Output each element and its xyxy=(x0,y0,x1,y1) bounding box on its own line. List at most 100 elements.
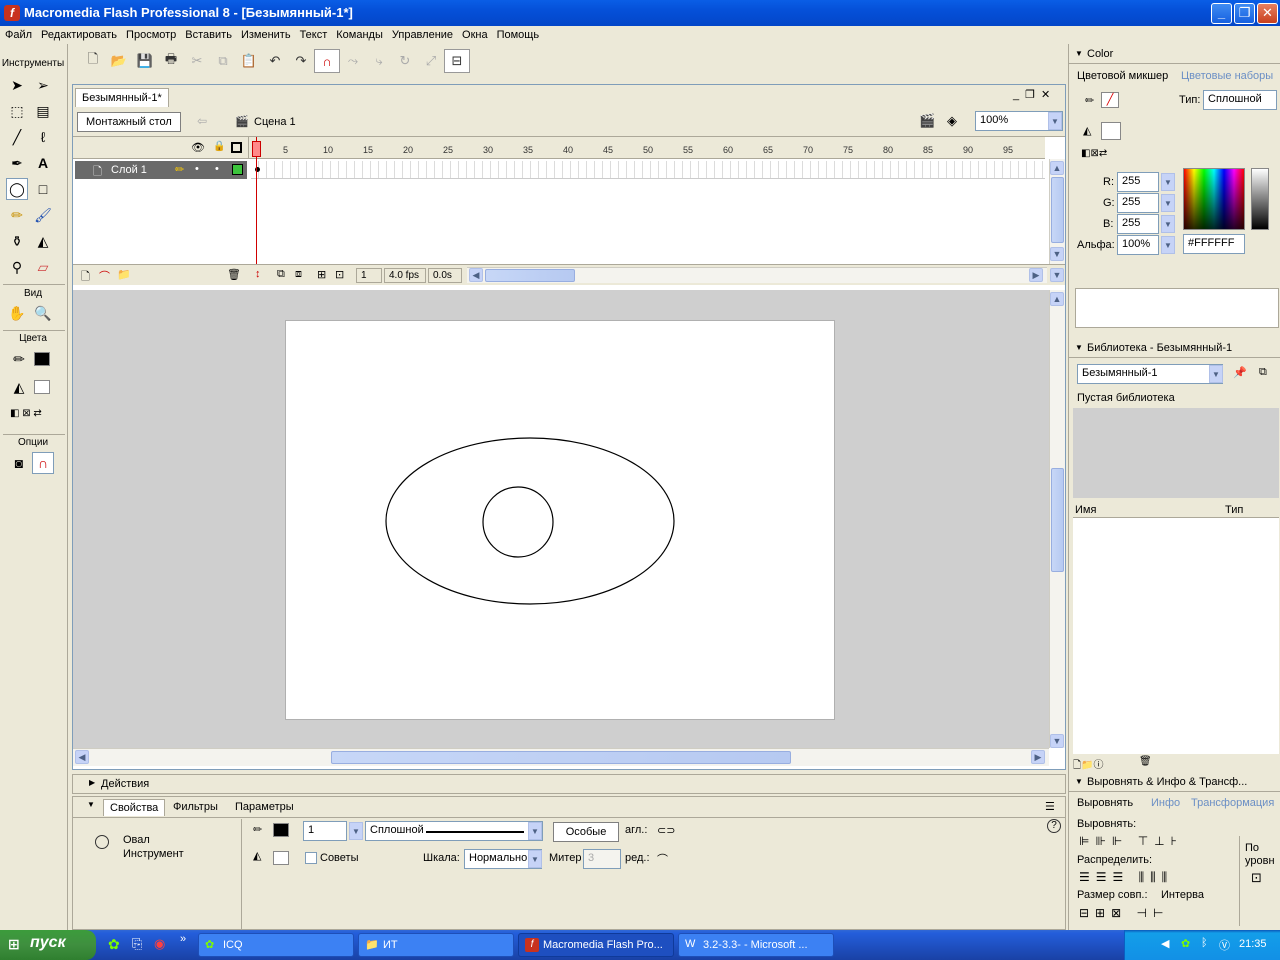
chevron-down-icon[interactable]: ▼ xyxy=(1161,236,1175,254)
stroke-color-swatch[interactable] xyxy=(273,823,289,837)
add-layer-icon[interactable]: 🗋 xyxy=(81,268,90,287)
onion-outlines-icon[interactable]: ⧈ xyxy=(295,268,302,281)
small-circle[interactable] xyxy=(482,486,554,558)
stroke-none-swatch[interactable]: ╱ xyxy=(1101,92,1119,108)
onion-skin-icon[interactable]: ⧉ xyxy=(277,268,285,281)
b-input[interactable]: 255 xyxy=(1117,214,1159,234)
menu-insert[interactable]: Вставить xyxy=(182,29,238,41)
menu-modify[interactable]: Изменить xyxy=(238,29,297,41)
ink-bottle-tool-icon[interactable]: ⚱ xyxy=(6,230,28,252)
layer-name[interactable]: Слой 1 xyxy=(111,164,147,176)
tab-filters[interactable]: Фильтры xyxy=(167,799,224,815)
show-hide-eye-icon[interactable]: 👁 xyxy=(191,141,205,154)
menu-commands[interactable]: Команды xyxy=(333,29,389,41)
cut-icon[interactable]: ✂ xyxy=(184,49,210,73)
edit-multiple-frames-icon[interactable]: ⊞ xyxy=(317,268,326,281)
new-library-panel-icon[interactable]: ⧉ xyxy=(1259,366,1267,379)
help-icon[interactable]: ? xyxy=(1047,819,1061,833)
edit-scene-icon[interactable]: 🎬 xyxy=(919,113,935,129)
scroll-thumb[interactable] xyxy=(1051,468,1064,572)
fill-color-swatch[interactable] xyxy=(1101,122,1121,140)
fill-type-select[interactable]: Сплошной xyxy=(1203,90,1277,110)
scroll-up-arrow[interactable]: ▲ xyxy=(1050,292,1064,306)
tab-parameters[interactable]: Параметры xyxy=(229,799,300,815)
layer-row[interactable]: 🗋 Слой 1 ✏ • • xyxy=(75,161,247,179)
tab-info[interactable]: Инфо xyxy=(1151,797,1180,809)
rectangle-tool-icon[interactable]: □ xyxy=(32,178,54,200)
lock-icon[interactable]: 🔒 xyxy=(213,141,225,152)
brightness-slider[interactable] xyxy=(1251,168,1269,230)
snap-magnet-icon[interactable]: ∩ xyxy=(314,49,340,73)
print-icon[interactable]: 🖶 xyxy=(158,49,184,73)
chevron-down-icon[interactable]: ▼ xyxy=(1161,215,1175,233)
back-arrow-icon[interactable]: ⇦ xyxy=(197,114,207,128)
color-spectrum[interactable] xyxy=(1183,168,1245,230)
column-name[interactable]: Имя xyxy=(1075,504,1096,516)
align-panel-header[interactable]: Выровнять & Инфо & Трансф... xyxy=(1069,774,1280,792)
text-tool-icon[interactable]: A xyxy=(32,152,54,174)
snap-to-objects-icon[interactable]: ∩ xyxy=(32,452,54,474)
smooth-icon[interactable]: ⤳ xyxy=(340,49,366,73)
stage-horizontal-scrollbar[interactable]: ◀ ▶ xyxy=(73,748,1049,766)
tab-properties[interactable]: Свойства xyxy=(103,799,166,816)
stroke-style-select[interactable]: Сплошной ▼ xyxy=(365,821,543,841)
collapse-arrow-icon[interactable]: ▼ xyxy=(87,800,95,809)
tab-color-swatches[interactable]: Цветовые наборы xyxy=(1181,70,1273,82)
layer-outline-color[interactable] xyxy=(232,164,243,175)
onion-markers-icon[interactable]: ⊡ xyxy=(335,268,344,281)
menu-view[interactable]: Просмотр xyxy=(123,29,182,41)
tab-color-mixer[interactable]: Цветовой микшер xyxy=(1077,70,1168,82)
chevron-down-icon[interactable]: ▼ xyxy=(1161,194,1175,212)
chevron-down-icon[interactable]: ▼ xyxy=(1048,112,1062,130)
color-panel-header[interactable]: Color xyxy=(1069,46,1280,64)
antivirus-icon[interactable]: Ⓥ xyxy=(1219,937,1230,953)
zoom-select[interactable]: 100% ▼ xyxy=(975,111,1063,131)
copy-icon[interactable]: ⧉ xyxy=(210,49,236,73)
opera-icon[interactable]: ◉ xyxy=(154,936,165,952)
scroll-right-arrow[interactable]: ▶ xyxy=(1029,268,1043,282)
chevron-down-icon[interactable]: ▼ xyxy=(528,850,542,868)
scroll-down-arrow[interactable]: ▼ xyxy=(1050,734,1064,748)
tab-align[interactable]: Выровнять xyxy=(1077,797,1133,809)
open-file-icon[interactable]: 📂 xyxy=(106,49,132,73)
scroll-left-arrow[interactable]: ◀ xyxy=(75,750,89,764)
start-button[interactable]: ⊞ пуск xyxy=(0,930,96,960)
scale-icon[interactable]: ⤢ xyxy=(418,49,444,73)
eraser-tool-icon[interactable]: ▱ xyxy=(32,256,54,278)
oval-tool-icon[interactable]: ◯ xyxy=(6,178,28,200)
playhead-handle[interactable] xyxy=(252,141,261,157)
rotate-icon[interactable]: ↻ xyxy=(392,49,418,73)
document-window-controls[interactable]: _❐✕ xyxy=(1013,88,1056,101)
panel-menu-icon[interactable]: ☰ xyxy=(1045,800,1055,813)
outline-icon[interactable] xyxy=(231,142,242,153)
add-motion-guide-icon[interactable]: ⌒ xyxy=(99,268,110,284)
paint-bucket-tool-icon[interactable]: ◭ xyxy=(32,230,54,252)
cap-style-icon[interactable]: ⊂⊃ xyxy=(657,824,675,837)
library-list[interactable] xyxy=(1073,518,1279,754)
hex-input[interactable]: #FFFFFF xyxy=(1183,234,1245,254)
swap-colors-icon[interactable]: ◧ ⊠ ⇄ xyxy=(10,408,42,419)
subselection-tool-icon[interactable]: ➢ xyxy=(32,74,54,96)
stroke-width-input[interactable]: 1 xyxy=(303,821,347,841)
selection-tool-icon[interactable]: ➤ xyxy=(6,74,28,96)
pin-library-icon[interactable]: 📌 xyxy=(1233,366,1247,379)
to-stage-button-icon[interactable]: ⊡ xyxy=(1251,870,1262,886)
custom-stroke-button[interactable]: Особые xyxy=(553,822,619,842)
actions-title[interactable]: Действия xyxy=(101,778,149,790)
hand-tool-icon[interactable]: ✋ xyxy=(6,302,28,324)
chevron-down-icon[interactable]: ▼ xyxy=(1209,365,1223,383)
pencil-tool-icon[interactable]: ✏ xyxy=(6,204,28,226)
miter-input[interactable]: 3 xyxy=(583,849,621,869)
tab-transform[interactable]: Трансформация xyxy=(1191,797,1274,809)
menu-edit[interactable]: Редактировать xyxy=(38,29,123,41)
menu-text[interactable]: Текст xyxy=(297,29,334,41)
restore-button[interactable]: ❐ xyxy=(1234,3,1255,24)
scene-label[interactable]: Сцена 1 xyxy=(254,116,296,128)
color-mode-icons[interactable]: ◧⊠⇄ xyxy=(1081,148,1107,159)
object-drawing-icon[interactable]: ◙ xyxy=(8,452,30,474)
quicklaunch-icon[interactable]: ⎘ xyxy=(132,936,142,952)
lock-dot[interactable]: • xyxy=(215,163,219,175)
hints-checkbox[interactable] xyxy=(305,852,317,864)
stroke-color-swatch[interactable] xyxy=(34,352,50,366)
scroll-thumb[interactable] xyxy=(1051,177,1064,243)
